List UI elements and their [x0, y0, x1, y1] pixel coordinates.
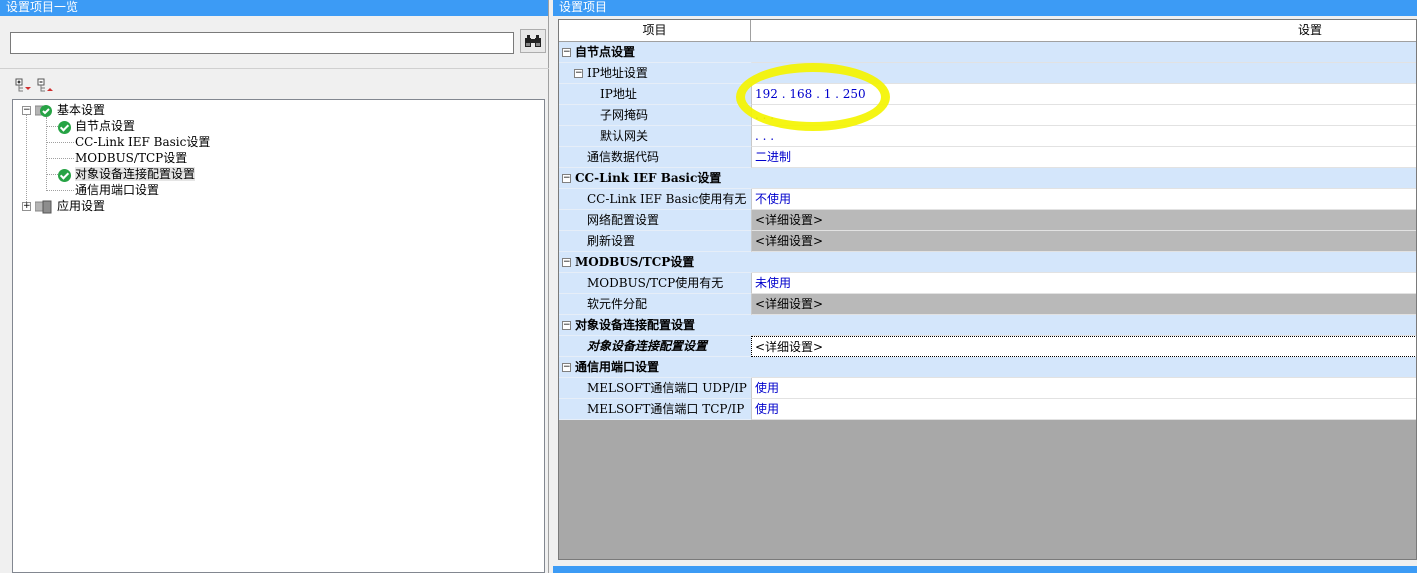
modbus-use-value[interactable]: 未使用 [751, 273, 1416, 294]
group-row-cclink[interactable]: − CC-Link IEF Basic设置 [559, 168, 1416, 189]
settings-list-panel: 设置项目一览 − 基本设置 自节点设置 CC-Link IEF Basic设置 … [0, 0, 549, 573]
folder-check-icon [35, 105, 52, 117]
data-code-value[interactable]: 二进制 [751, 147, 1416, 168]
tree-label: 应用设置 [57, 199, 106, 213]
setting-row-modbus-use: MODBUS/TCP使用有无 未使用 [559, 273, 1416, 294]
target-connection-detail-button[interactable]: <详细设置> [751, 336, 1416, 357]
setting-row-target-connection: 对象设备连接配置设置 <详细设置> [559, 336, 1416, 357]
settings-list-title: 设置项目一览 [0, 0, 548, 16]
default-gateway-field[interactable]: . . . [751, 126, 1416, 147]
collapse-all-button[interactable] [36, 77, 54, 95]
binoculars-icon [525, 35, 541, 47]
tree-item-comm-port[interactable]: 通信用端口设置 [75, 182, 159, 198]
cclink-use-value[interactable]: 不使用 [751, 189, 1416, 210]
setting-row-subnet-mask: 子网掩码 . . . [559, 105, 1416, 126]
highlight-ellipse-annotation [736, 63, 890, 131]
settings-tree: − 基本设置 自节点设置 CC-Link IEF Basic设置 MODBUS/… [12, 99, 545, 573]
collapse-all-icon [37, 78, 53, 92]
tree-label: 基本设置 [57, 103, 106, 117]
group-row-comm-port[interactable]: − 通信用端口设置 [559, 357, 1416, 378]
group-collapse-toggle[interactable]: − [574, 69, 583, 78]
settings-detail-panel: 设置项目 项目 设置 − 自节点设置 − IP地址设置 IP地址 192 . 1… [553, 0, 1417, 573]
group-row-own-node[interactable]: − 自节点设置 [559, 42, 1416, 63]
separator [0, 68, 549, 69]
tree-expand-toggle[interactable]: + [22, 202, 31, 211]
tree-line [46, 117, 47, 191]
group-row-target-connection[interactable]: − 对象设备连接配置设置 [559, 315, 1416, 336]
group-row-ip-settings[interactable]: − IP地址设置 [559, 63, 1416, 84]
column-header-setting[interactable]: 设置 [751, 20, 1416, 41]
description-panel-titlebar [553, 566, 1417, 573]
tree-line [46, 174, 58, 175]
tree-item-target-connection[interactable]: 对象设备连接配置设置 [75, 166, 196, 182]
folder-gear-icon [35, 200, 52, 214]
find-button[interactable] [520, 29, 546, 53]
tree-line [46, 126, 58, 127]
column-header-item[interactable]: 项目 [559, 20, 751, 41]
refresh-detail-button[interactable]: <详细设置> [751, 231, 1416, 252]
tree-item-cclink[interactable]: CC-Link IEF Basic设置 [75, 134, 210, 150]
group-collapse-toggle[interactable]: − [562, 174, 571, 183]
tree-item-own-node[interactable]: 自节点设置 [75, 118, 135, 134]
network-config-detail-button[interactable]: <详细设置> [751, 210, 1416, 231]
tree-line [46, 142, 74, 143]
setting-row-data-code: 通信数据代码 二进制 [559, 147, 1416, 168]
tree-item-modbus[interactable]: MODBUS/TCP设置 [75, 150, 187, 166]
group-collapse-toggle[interactable]: − [562, 48, 571, 57]
search-input[interactable] [10, 32, 514, 54]
expand-all-button[interactable] [14, 77, 32, 95]
check-icon [58, 121, 71, 134]
group-collapse-toggle[interactable]: − [562, 363, 571, 372]
expand-all-icon [15, 78, 31, 92]
setting-row-cclink-use: CC-Link IEF Basic使用有无 不使用 [559, 189, 1416, 210]
setting-row-tcp-port: MELSOFT通信端口 TCP/IP 使用 [559, 399, 1416, 420]
udp-port-value[interactable]: 使用 [751, 378, 1416, 399]
setting-row-ip-address: IP地址 192 . 168 . 1 . 250 [559, 84, 1416, 105]
grid-header: 项目 设置 [559, 20, 1416, 42]
device-assign-detail-button[interactable]: <详细设置> [751, 294, 1416, 315]
group-row-modbus[interactable]: − MODBUS/TCP设置 [559, 252, 1416, 273]
setting-row-refresh: 刷新设置 <详细设置> [559, 231, 1416, 252]
setting-row-network-config: 网络配置设置 <详细设置> [559, 210, 1416, 231]
group-collapse-toggle[interactable]: − [562, 321, 571, 330]
setting-row-device-assign: 软元件分配 <详细设置> [559, 294, 1416, 315]
tree-line [46, 190, 74, 191]
check-icon [58, 169, 71, 182]
tree-line [26, 112, 27, 206]
settings-grid: 项目 设置 − 自节点设置 − IP地址设置 IP地址 192 . 168 . … [558, 19, 1417, 560]
setting-row-default-gateway: 默认网关 . . . [559, 126, 1416, 147]
tree-line [46, 158, 74, 159]
group-collapse-toggle[interactable]: − [562, 258, 571, 267]
tcp-port-value[interactable]: 使用 [751, 399, 1416, 420]
tree-collapse-toggle[interactable]: − [22, 106, 31, 115]
setting-row-udp-port: MELSOFT通信端口 UDP/IP 使用 [559, 378, 1416, 399]
settings-detail-title: 设置项目 [553, 0, 1417, 16]
